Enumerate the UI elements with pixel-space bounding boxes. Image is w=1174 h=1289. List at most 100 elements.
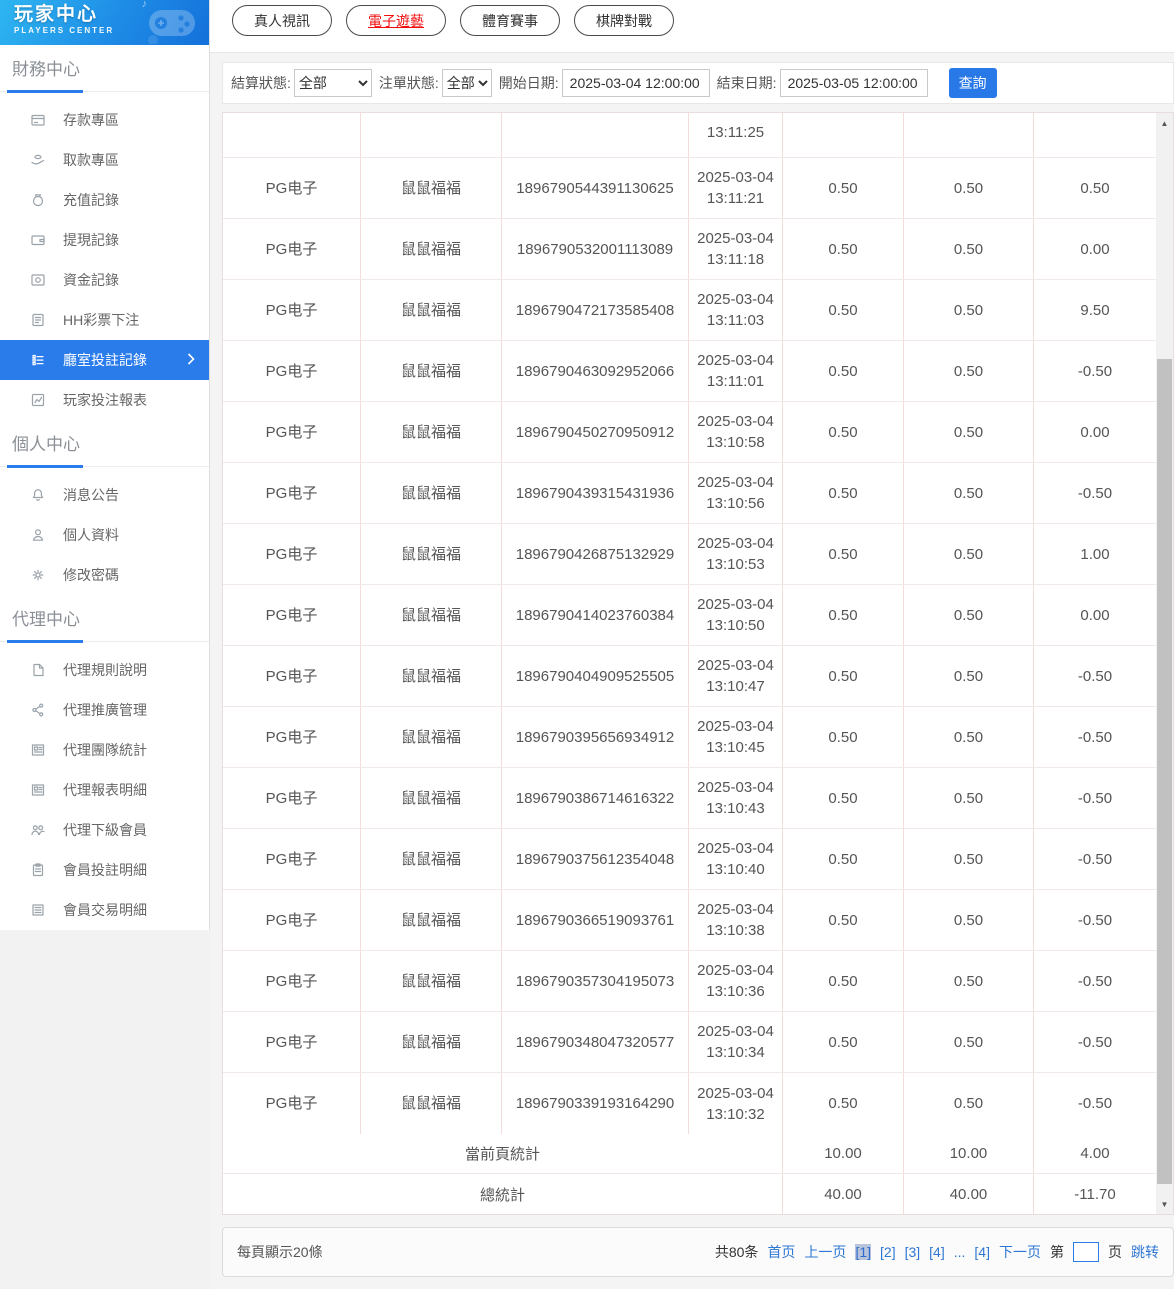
settle-status-select[interactable]: 全部 <box>293 69 372 97</box>
scrollbar-thumb[interactable] <box>1157 359 1172 1184</box>
pager: 共80条 首页 上一页 [1] [2] [3] [4] ... [4] 下一页 … <box>715 1242 1159 1262</box>
total-summary-row: 總統計 40.00 40.00 -11.70 <box>223 1174 1156 1214</box>
sidebar-item-label: 代理團隊統計 <box>63 742 147 758</box>
page-link-3[interactable]: [3] <box>905 1244 921 1260</box>
list-icon <box>30 352 46 368</box>
scroll-down-icon[interactable]: ▼ <box>1156 1196 1173 1212</box>
start-date-label: 開始日期: <box>498 75 559 91</box>
sidebar: 玩家中心 PLAYERS CENTER ♪ 財務中心 存款專區 取款專區 充值記… <box>0 0 210 930</box>
table-row: PG电子 鼠鼠福福 1896790375612354048 2025-03-04… <box>223 829 1156 890</box>
deposit-icon <box>30 112 46 128</box>
bet-status-select[interactable]: 全部 <box>441 69 492 97</box>
sidebar-item-label: 資金記錄 <box>63 272 119 288</box>
main-content: 真人視訊 電子遊藝 體育賽事 棋牌對戰 結算狀態: 全部 注單狀態: 全部 開始… <box>210 0 1174 1289</box>
page-summary-valid: 10.00 <box>904 1134 1034 1173</box>
sidebar-item-lottery-bets[interactable]: HH彩票下注 <box>0 300 209 340</box>
sidebar-item-label: HH彩票下注 <box>63 312 140 328</box>
table-scrollbar[interactable]: ▲ ▼ <box>1156 113 1173 1214</box>
jump-suffix: 页 <box>1108 1244 1122 1260</box>
sidebar-item-agent-team-stats[interactable]: 代理團隊統計 <box>0 730 209 770</box>
sidebar-item-label: 提現記錄 <box>63 232 119 248</box>
bell-icon <box>30 487 46 503</box>
sidebar-item-label: 修改密碼 <box>63 567 119 583</box>
first-page-link[interactable]: 首页 <box>767 1242 795 1262</box>
sidebar-item-label: 代理報表明細 <box>63 782 147 798</box>
sidebar-item-player-bet-report[interactable]: 玩家投注報表 <box>0 380 209 420</box>
end-date-input[interactable] <box>779 69 928 97</box>
pagination-bar: 每頁顯示20條 共80条 首页 上一页 [1] [2] [3] [4] ... … <box>222 1227 1174 1277</box>
table-row: PG电子 鼠鼠福福 1896790395656934912 2025-03-04… <box>223 707 1156 768</box>
sidebar-item-agent-promotion[interactable]: 代理推廣管理 <box>0 690 209 730</box>
next-page-link[interactable]: 下一页 <box>999 1242 1041 1262</box>
document-icon <box>30 312 46 328</box>
wallet-icon <box>30 232 46 248</box>
table-row: PG电子 鼠鼠福福 1896790426875132929 2025-03-04… <box>223 524 1156 585</box>
tab-board-games[interactable]: 棋牌對戰 <box>574 5 674 36</box>
sidebar-item-member-transaction-detail[interactable]: 會員交易明細 <box>0 890 209 930</box>
sidebar-item-label: 玩家投注報表 <box>63 392 147 408</box>
sidebar-item-label: 取款專區 <box>63 152 119 168</box>
sidebar-item-recharge-records[interactable]: 充值記錄 <box>0 180 209 220</box>
prev-page-link[interactable]: 上一页 <box>804 1242 846 1262</box>
sidebar-item-agent-rules[interactable]: 代理規則說明 <box>0 650 209 690</box>
sidebar-item-room-bet-records[interactable]: 廳室投註記錄 <box>0 340 209 380</box>
page-summary-winloss: 4.00 <box>1080 1145 1110 1162</box>
sidebar-item-withdrawal-records[interactable]: 提現記錄 <box>0 220 209 260</box>
funds-icon <box>30 272 46 288</box>
table-row: PG电子 鼠鼠福福 1896790463092952066 2025-03-04… <box>223 341 1156 402</box>
sidebar-item-label: 消息公告 <box>63 487 119 503</box>
sidebar-item-announcements[interactable]: 消息公告 <box>0 475 209 515</box>
total-summary-winloss: -11.70 <box>1074 1185 1116 1203</box>
withdraw-icon <box>30 152 46 168</box>
table-row: PG电子 鼠鼠福福 1896790386714616322 2025-03-04… <box>223 768 1156 829</box>
sidebar-item-label: 個人資料 <box>63 527 119 543</box>
page-ellipsis: ... <box>953 1244 966 1260</box>
newspaper-icon <box>30 782 46 798</box>
sidebar-item-change-password[interactable]: 修改密碼 <box>0 555 209 595</box>
sidebar-item-member-bet-detail[interactable]: 會員投註明細 <box>0 850 209 890</box>
person-icon <box>30 527 46 543</box>
sidebar-item-label: 存款專區 <box>63 112 119 128</box>
sidebar-item-agent-report-detail[interactable]: 代理報表明細 <box>0 770 209 810</box>
jump-button[interactable]: 跳转 <box>1131 1242 1159 1262</box>
page-link-4[interactable]: [4] <box>929 1244 945 1260</box>
agent-nav-list: 代理規則說明 代理推廣管理 代理團隊統計 代理報表明細 代理下級會員 會員投註明… <box>0 642 209 930</box>
last-page-number-link[interactable]: [4] <box>974 1244 990 1260</box>
table-row: PG电子 鼠鼠福福 1896790532001113089 2025-03-04… <box>223 219 1156 280</box>
finance-nav-list: 存款專區 取款專區 充值記錄 提現記錄 資金記錄 HH彩票下注 廳室投註記錄 玩… <box>0 92 209 420</box>
sidebar-item-label: 代理推廣管理 <box>63 702 147 718</box>
file-icon <box>30 662 46 678</box>
table-row: PG电子 鼠鼠福福 1896790348047320577 2025-03-04… <box>223 1012 1156 1073</box>
jump-page-input[interactable] <box>1073 1242 1099 1262</box>
scroll-up-icon[interactable]: ▲ <box>1156 115 1173 131</box>
page-link-1[interactable]: [1] <box>855 1244 872 1260</box>
sidebar-item-agent-sub-members[interactable]: 代理下級會員 <box>0 810 209 850</box>
table-row: PG电子 鼠鼠福福 1896790544391130625 2025-03-04… <box>223 158 1156 219</box>
sidebar-item-funds-records[interactable]: 資金記錄 <box>0 260 209 300</box>
gear-icon <box>30 567 46 583</box>
sidebar-item-profile[interactable]: 個人資料 <box>0 515 209 555</box>
sidebar-item-label: 會員投註明細 <box>63 862 147 878</box>
sidebar-section-personal: 個人中心 <box>0 430 209 468</box>
table-row-partial: 13:11:25 <box>223 113 1156 158</box>
newspaper-icon <box>30 742 46 758</box>
sidebar-item-withdraw[interactable]: 取款專區 <box>0 140 209 180</box>
query-button[interactable]: 查詢 <box>948 68 997 98</box>
sidebar-item-label: 會員交易明細 <box>63 902 147 918</box>
tab-sports[interactable]: 體育賽事 <box>460 5 560 36</box>
table-row: PG电子 鼠鼠福福 1896790357304195073 2025-03-04… <box>223 951 1156 1012</box>
sidebar-section-finance: 財務中心 <box>0 55 209 93</box>
page-summary-label: 當前頁統計 <box>223 1134 783 1173</box>
logo: 玩家中心 PLAYERS CENTER ♪ <box>0 0 209 45</box>
sidebar-item-deposit[interactable]: 存款專區 <box>0 100 209 140</box>
sidebar-item-label: 充值記錄 <box>63 192 119 208</box>
start-date-input[interactable] <box>561 69 710 97</box>
bet-status-label: 注單狀態: <box>378 75 439 91</box>
sidebar-item-label: 代理規則說明 <box>63 662 147 678</box>
page-link-2[interactable]: [2] <box>880 1244 896 1260</box>
tab-electronic-games[interactable]: 電子遊藝 <box>346 5 446 36</box>
partial-row-time: 13:11:25 <box>689 113 783 157</box>
tab-live-video[interactable]: 真人視訊 <box>232 5 332 36</box>
settle-status-label: 結算狀態: <box>231 75 291 91</box>
page-summary-row: 當前頁統計 10.00 10.00 4.00 <box>223 1134 1156 1174</box>
